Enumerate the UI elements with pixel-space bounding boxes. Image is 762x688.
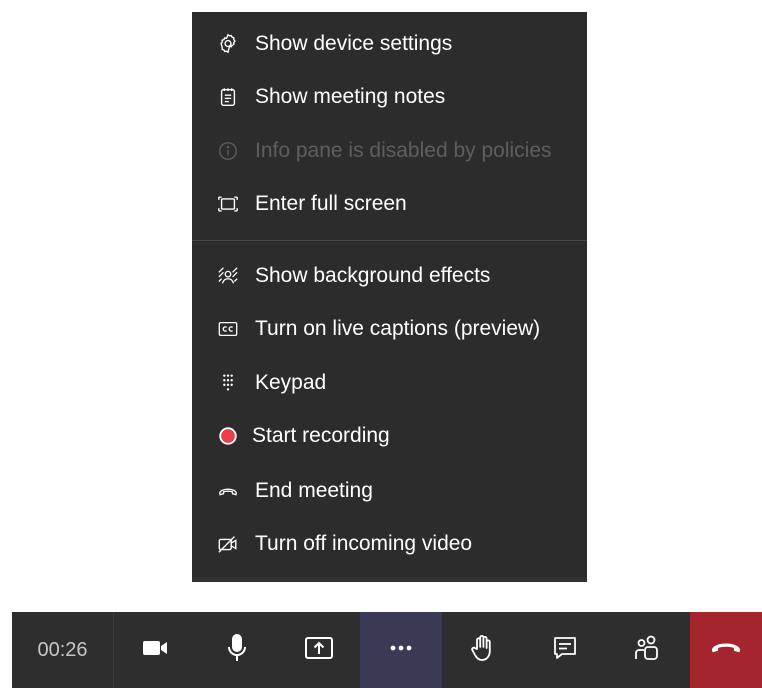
more-icon <box>384 631 418 670</box>
keypad-icon <box>215 370 241 396</box>
notes-icon <box>215 84 241 110</box>
gear-icon <box>215 31 241 57</box>
menu-item-label: Show meeting notes <box>255 85 446 108</box>
menu-item-show-device-settings[interactable]: Show device settings <box>192 18 587 70</box>
menu-item-label: Turn on live captions (preview) <box>255 317 541 340</box>
fullscreen-icon <box>215 191 241 217</box>
menu-item-turn-off-incoming-video[interactable]: Turn off incoming video <box>192 518 587 570</box>
raise-hand-button[interactable] <box>442 612 524 688</box>
camera-button[interactable] <box>114 612 196 688</box>
menu-item-turn-on-live-captions[interactable]: Turn on live captions (preview) <box>192 303 587 355</box>
participants-button[interactable] <box>606 612 688 688</box>
microphone-icon <box>220 631 254 670</box>
menu-item-keypad[interactable]: Keypad <box>192 357 587 409</box>
video-off-icon <box>215 531 241 557</box>
menu-divider <box>192 240 587 241</box>
menu-item-label: Start recording <box>252 424 390 447</box>
hangup-icon <box>215 478 241 504</box>
menu-item-label: Show background effects <box>255 264 491 287</box>
chat-icon <box>548 631 582 670</box>
microphone-button[interactable] <box>196 612 278 688</box>
background-effects-icon <box>215 263 241 289</box>
hand-icon <box>466 631 500 670</box>
leave-call-button[interactable] <box>690 612 762 688</box>
menu-item-show-background-effects[interactable]: Show background effects <box>192 250 587 302</box>
menu-item-end-meeting[interactable]: End meeting <box>192 465 587 517</box>
share-screen-icon <box>302 631 336 670</box>
menu-item-label: Turn off incoming video <box>255 532 473 555</box>
meeting-toolbar: 00:26 <box>12 612 762 688</box>
menu-item-label: Enter full screen <box>255 192 407 215</box>
info-icon <box>215 138 241 164</box>
record-icon <box>215 423 241 449</box>
menu-item-info-pane-disabled: Info pane is disabled by policies <box>192 125 587 177</box>
more-actions-button[interactable] <box>360 612 442 688</box>
menu-item-label: End meeting <box>255 479 373 502</box>
menu-item-label: Keypad <box>255 371 327 394</box>
menu-item-label: Show device settings <box>255 32 453 55</box>
menu-item-show-meeting-notes[interactable]: Show meeting notes <box>192 71 587 123</box>
menu-item-start-recording[interactable]: Start recording <box>192 410 587 462</box>
video-camera-icon <box>138 631 172 670</box>
call-timer: 00:26 <box>12 612 114 688</box>
menu-item-enter-full-screen[interactable]: Enter full screen <box>192 178 587 230</box>
captions-icon <box>215 316 241 342</box>
menu-item-label: Info pane is disabled by policies <box>255 139 552 162</box>
people-icon <box>630 631 664 670</box>
hangup-icon <box>709 631 743 670</box>
chat-button[interactable] <box>524 612 606 688</box>
menu-bottom-edge <box>192 576 587 582</box>
share-screen-button[interactable] <box>278 612 360 688</box>
more-actions-menu: Show device settings Show meeting notes <box>192 12 587 582</box>
